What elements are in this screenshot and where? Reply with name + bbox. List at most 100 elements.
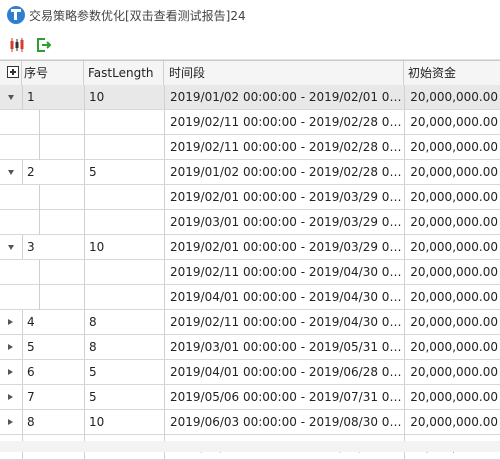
table-row[interactable]: 8102019/06/03 00:00:00 - 2019/08/30 00:0…: [0, 410, 500, 435]
fastlength-cell: [84, 210, 164, 234]
table-row[interactable]: 652019/04/01 00:00:00 - 2019/06/28 00:00…: [0, 360, 500, 385]
child-table-row[interactable]: 2019/02/11 00:00:00 - 2019/02/28 00:00:0…: [0, 135, 500, 160]
time-period-cell: 2019/02/01 00:00:00 - 2019/03/29 00:00:0…: [164, 235, 404, 259]
grid-header: 序号 FastLength 时间段 初始资金: [0, 60, 500, 86]
tree-expander-cell: [0, 210, 40, 234]
expand-all-icon[interactable]: [7, 66, 19, 78]
fastlength-cell: 10: [84, 85, 164, 109]
fastlength-cell: [84, 260, 164, 284]
seq-cell: 3: [22, 235, 84, 259]
table-row[interactable]: 3102019/02/01 00:00:00 - 2019/03/29 00:0…: [0, 235, 500, 260]
tree-expander-cell: [0, 260, 40, 284]
export-icon[interactable]: [36, 37, 52, 53]
tree-expander-cell: [0, 185, 40, 209]
time-period-cell: 2019/03/01 00:00:00 - 2019/03/29 00:00:0…: [164, 210, 404, 234]
toolbar: [0, 31, 500, 60]
initial-capital-cell: 20,000,000.00: [404, 110, 500, 134]
seq-cell: 7: [22, 385, 84, 409]
tree-guide-line: [39, 110, 40, 135]
child-table-row[interactable]: 2019/04/01 00:00:00 - 2019/04/30 00:00:0…: [0, 285, 500, 310]
seq-cell: [40, 185, 84, 209]
candlestick-icon[interactable]: [9, 37, 25, 53]
column-header-seq[interactable]: 序号: [22, 61, 84, 85]
tree-expander-cell: [0, 110, 40, 134]
table-row[interactable]: 582019/03/01 00:00:00 - 2019/05/31 00:00…: [0, 335, 500, 360]
table-row[interactable]: 252019/01/02 00:00:00 - 2019/02/28 00:00…: [0, 160, 500, 185]
column-header-initial-capital[interactable]: 初始资金: [404, 61, 500, 85]
initial-capital-cell: 20,000,000.00: [404, 335, 500, 359]
tree-guide-line: [39, 135, 40, 160]
child-table-row[interactable]: 2019/02/01 00:00:00 - 2019/03/29 00:00:0…: [0, 185, 500, 210]
expand-all-header[interactable]: [0, 61, 22, 85]
seq-cell: 6: [22, 360, 84, 384]
seq-cell: [40, 135, 84, 159]
expand-arrow-icon[interactable]: [8, 419, 13, 425]
column-header-fastlength[interactable]: FastLength: [84, 61, 164, 85]
window-title: 交易策略参数优化[双击查看测试报告]24: [29, 9, 246, 23]
collapse-arrow-icon[interactable]: [8, 170, 14, 175]
child-table-row[interactable]: 2019/02/11 00:00:00 - 2019/04/30 00:00:0…: [0, 260, 500, 285]
initial-capital-cell: 20,000,000.00: [404, 185, 500, 209]
seq-cell: 1: [22, 85, 84, 109]
tree-expander-cell[interactable]: [0, 160, 22, 184]
tree-guide-line: [39, 260, 40, 285]
expand-arrow-icon[interactable]: [8, 394, 13, 400]
initial-capital-cell: 20,000,000.00: [404, 210, 500, 234]
column-header-time-period[interactable]: 时间段: [164, 61, 404, 85]
tree-guide-line: [39, 210, 40, 235]
fastlength-cell: 8: [84, 335, 164, 359]
seq-cell: [40, 110, 84, 134]
tree-expander-cell[interactable]: [0, 235, 22, 259]
tree-expander-cell[interactable]: [0, 85, 22, 109]
time-period-cell: 2019/04/01 00:00:00 - 2019/06/28 00:00:0…: [164, 360, 404, 384]
expand-arrow-icon[interactable]: [8, 344, 13, 350]
initial-capital-cell: 20,000,000.00: [404, 310, 500, 334]
time-period-cell: 2019/02/11 00:00:00 - 2019/04/30 00:00:0…: [164, 310, 404, 334]
seq-cell: [40, 285, 84, 309]
tree-expander-cell: [0, 285, 40, 309]
time-period-cell: 2019/05/06 00:00:00 - 2019/07/31 00:00:0…: [164, 385, 404, 409]
expand-arrow-icon[interactable]: [8, 369, 13, 375]
title-bar: 交易策略参数优化[双击查看测试报告]24: [0, 0, 500, 31]
collapse-arrow-icon[interactable]: [8, 95, 14, 100]
seq-cell: 5: [22, 335, 84, 359]
tree-expander-cell[interactable]: [0, 335, 22, 359]
seq-cell: 2: [22, 160, 84, 184]
tree-expander-cell[interactable]: [0, 410, 22, 434]
tree-expander-cell: [0, 135, 40, 159]
table-row[interactable]: 752019/05/06 00:00:00 - 2019/07/31 00:00…: [0, 385, 500, 410]
initial-capital-cell: 20,000,000.00: [404, 135, 500, 159]
fastlength-cell: [84, 285, 164, 309]
time-period-cell: 2019/04/01 00:00:00 - 2019/04/30 00:00:0…: [164, 285, 404, 309]
fastlength-cell: 5: [84, 360, 164, 384]
horizontal-scrollbar[interactable]: [0, 441, 500, 452]
time-period-cell: 2019/03/01 00:00:00 - 2019/05/31 00:00:0…: [164, 335, 404, 359]
fastlength-cell: 5: [84, 385, 164, 409]
tree-guide-line: [39, 185, 40, 210]
initial-capital-cell: 20,000,000.00: [404, 385, 500, 409]
time-period-cell: 2019/01/02 00:00:00 - 2019/02/01 00:00:0…: [164, 85, 404, 109]
initial-capital-cell: 20,000,000.00: [404, 235, 500, 259]
table-row[interactable]: 482019/02/11 00:00:00 - 2019/04/30 00:00…: [0, 310, 500, 335]
expand-arrow-icon[interactable]: [8, 319, 13, 325]
fastlength-cell: [84, 110, 164, 134]
child-table-row[interactable]: 2019/03/01 00:00:00 - 2019/03/29 00:00:0…: [0, 210, 500, 235]
initial-capital-cell: 20,000,000.00: [404, 160, 500, 184]
tree-expander-cell[interactable]: [0, 385, 22, 409]
fastlength-cell: 10: [84, 410, 164, 434]
fastlength-cell: 8: [84, 310, 164, 334]
seq-cell: 4: [22, 310, 84, 334]
initial-capital-cell: 20,000,000.00: [404, 260, 500, 284]
fastlength-cell: [84, 185, 164, 209]
time-period-cell: 2019/06/03 00:00:00 - 2019/08/30 00:00:0…: [164, 410, 404, 434]
table-row[interactable]: 1102019/01/02 00:00:00 - 2019/02/01 00:0…: [0, 85, 500, 110]
tree-expander-cell[interactable]: [0, 360, 22, 384]
fastlength-cell: 5: [84, 160, 164, 184]
seq-cell: [40, 210, 84, 234]
child-table-row[interactable]: 2019/02/11 00:00:00 - 2019/02/28 00:00:0…: [0, 110, 500, 135]
time-period-cell: 2019/02/11 00:00:00 - 2019/04/30 00:00:0…: [164, 260, 404, 284]
initial-capital-cell: 20,000,000.00: [404, 360, 500, 384]
app-logo-icon: [7, 6, 25, 24]
tree-expander-cell[interactable]: [0, 310, 22, 334]
collapse-arrow-icon[interactable]: [8, 245, 14, 250]
